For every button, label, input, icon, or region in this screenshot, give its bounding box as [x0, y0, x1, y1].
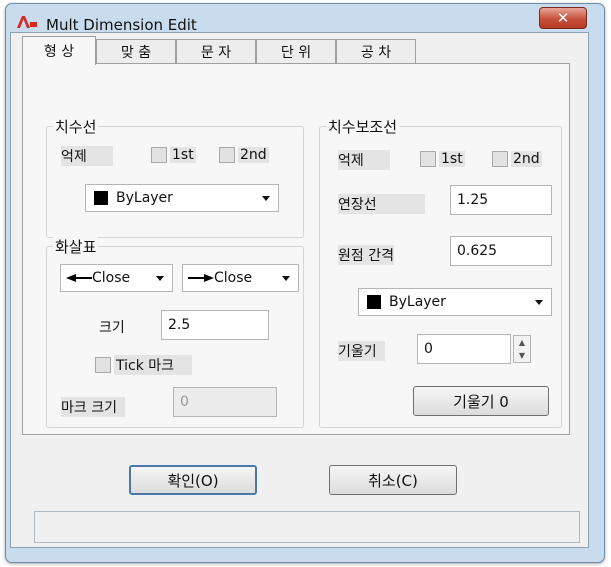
color-swatch — [94, 191, 108, 205]
closed-arrow-icon — [188, 274, 214, 282]
dimline-suppress-2nd-checkbox[interactable]: 2nd — [219, 147, 269, 163]
dimline-color-select[interactable]: ByLayer — [85, 184, 279, 212]
checkbox-label: Tick 마크 — [114, 355, 193, 375]
close-icon: ✕ — [556, 9, 570, 27]
tick-mark-checkbox[interactable]: Tick 마크 — [95, 355, 193, 375]
tab-units[interactable]: 단 위 — [256, 39, 336, 63]
tab-label: 단 위 — [280, 44, 312, 61]
dimline-group — [46, 126, 304, 238]
select-value: Close — [92, 270, 131, 286]
checkbox-label: 1st — [170, 147, 196, 163]
tab-panel-shape: 치수선 억제 1st 2nd ByLayer 화살표 Close Close 크… — [22, 63, 570, 435]
dimline-suppress-1st-checkbox[interactable]: 1st — [151, 147, 196, 163]
oblique-spinner[interactable]: ▲ ▼ — [513, 335, 531, 363]
arrow-size-input[interactable]: 2.5 — [161, 310, 269, 340]
autocad-a-icon — [17, 16, 37, 28]
arrows-group-title: 화살표 — [53, 236, 99, 257]
select-value: ByLayer — [116, 190, 173, 206]
oblique-zero-button[interactable]: 기울기 0 — [413, 386, 549, 416]
extline-suppress-label: 억제 — [338, 150, 390, 170]
extline-color-select[interactable]: ByLayer — [358, 288, 552, 316]
oblique-label: 기울기 — [338, 341, 385, 361]
tab-label: 형 상 — [43, 44, 75, 60]
chevron-down-icon — [282, 276, 290, 281]
oblique-input[interactable]: 0 — [417, 334, 511, 364]
mark-size-label: 마크 크기 — [61, 397, 125, 417]
tab-tolerance[interactable]: 공 차 — [336, 39, 416, 63]
ok-button[interactable]: 확인(O) — [129, 465, 257, 495]
tab-label: 맞 춤 — [120, 44, 152, 61]
extension-label: 연장선 — [338, 194, 425, 214]
checkbox-label: 1st — [439, 151, 465, 167]
origin-offset-label: 원점 간격 — [338, 245, 394, 265]
extline-group-title: 치수보조선 — [326, 116, 400, 137]
chevron-down-icon — [156, 276, 164, 281]
extline-suppress-1st-checkbox[interactable]: 1st — [420, 151, 465, 167]
select-value: ByLayer — [389, 294, 446, 310]
arrow-second-select[interactable]: Close — [182, 264, 299, 292]
color-swatch — [367, 295, 381, 309]
origin-offset-input[interactable]: 0.625 — [450, 236, 552, 266]
checkbox-box — [492, 151, 508, 167]
tab-label: 공 차 — [360, 44, 392, 61]
tab-fit[interactable]: 맞 춤 — [96, 39, 176, 63]
checkbox-box — [420, 151, 436, 167]
close-button[interactable]: ✕ — [539, 7, 587, 29]
closed-arrow-icon — [66, 274, 92, 282]
checkbox-label: 2nd — [511, 151, 542, 167]
chevron-down-icon — [535, 300, 543, 305]
select-value: Close — [214, 270, 253, 286]
dimline-group-title: 치수선 — [53, 116, 99, 137]
chevron-down-icon — [262, 196, 270, 201]
tab-text[interactable]: 문 자 — [176, 39, 256, 63]
arrow-first-select[interactable]: Close — [60, 264, 173, 292]
checkbox-box — [95, 357, 111, 373]
checkbox-label: 2nd — [238, 147, 269, 163]
cancel-button[interactable]: 취소(C) — [329, 465, 457, 495]
tab-label: 문 자 — [200, 44, 232, 61]
mark-size-input: 0 — [173, 387, 277, 417]
checkbox-box — [151, 147, 167, 163]
checkbox-box — [219, 147, 235, 163]
extension-input[interactable]: 1.25 — [450, 185, 552, 215]
status-bar — [34, 511, 580, 543]
tab-shape[interactable]: 형 상 — [22, 36, 96, 65]
dimline-suppress-label: 억제 — [61, 146, 113, 166]
spin-down-icon[interactable]: ▼ — [514, 349, 530, 362]
spin-up-icon[interactable]: ▲ — [514, 336, 530, 349]
extline-group — [319, 126, 562, 428]
extline-suppress-2nd-checkbox[interactable]: 2nd — [492, 151, 542, 167]
arrow-size-label: 크기 — [99, 320, 125, 336]
